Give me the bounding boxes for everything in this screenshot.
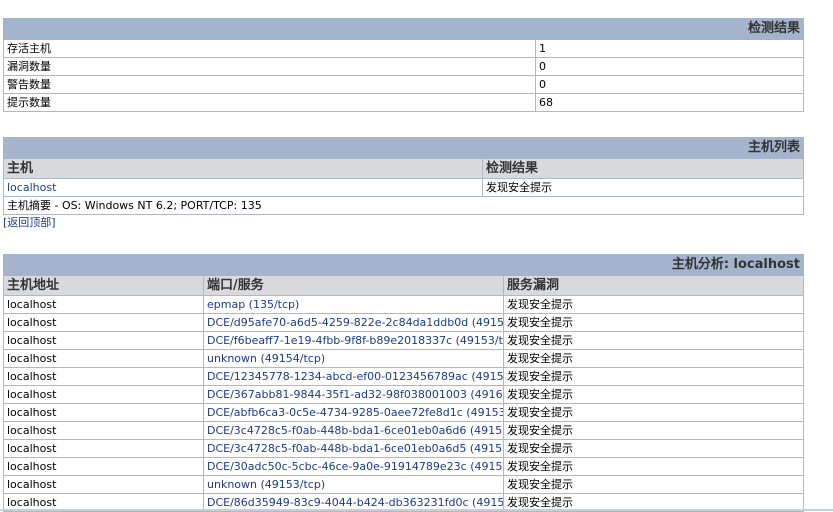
service-vuln: 发现安全提示 xyxy=(503,313,804,332)
service-vuln: 发现安全提示 xyxy=(503,331,804,350)
analysis-row: localhost DCE/30adc50c-5cbc-46ce-9a0e-919… xyxy=(3,457,804,476)
stat-value: 0 xyxy=(534,75,805,94)
host-address: localhost xyxy=(3,403,204,422)
host-analysis-header: 主机分析: localhost xyxy=(3,254,804,276)
port-service-cell: DCE/f6beaff7-1e19-4fbb-9f8f-b89e2018337c… xyxy=(203,331,504,350)
host-address: localhost xyxy=(3,313,204,332)
port-service-cell: DCE/30adc50c-5cbc-46ce-9a0e-91914789e23c… xyxy=(203,457,504,476)
port-service-link[interactable]: DCE/abfb6ca3-0c5e-4734-9285-0aee72fe8d1c… xyxy=(207,406,503,419)
host-result: 发现安全提示 xyxy=(481,178,805,197)
host-address: localhost xyxy=(3,475,204,494)
host-address: localhost xyxy=(3,331,204,350)
host-address: localhost xyxy=(3,439,204,458)
port-service-link[interactable]: DCE/12345778-1234-abcd-ef00-0123456789ac… xyxy=(207,370,503,383)
stat-value: 0 xyxy=(534,57,805,76)
port-service-cell: DCE/d95afe70-a6d5-4259-822e-2c84da1ddb0d… xyxy=(203,313,504,332)
column-result: 检测结果 xyxy=(481,158,805,179)
port-service-link[interactable]: DCE/f6beaff7-1e19-4fbb-9f8f-b89e2018337c… xyxy=(207,334,503,347)
port-service-link[interactable]: unknown (49153/tcp) xyxy=(207,478,325,491)
host-list-column-header: 主机 检测结果 xyxy=(3,158,805,179)
host-address: localhost xyxy=(3,421,204,440)
host-summary: 主机摘要 - OS: Windows NT 6.2; PORT/TCP: 135 xyxy=(2,196,805,215)
host-analysis-title: 主机分析: localhost xyxy=(3,254,804,276)
port-service-cell: unknown (49154/tcp) xyxy=(203,349,504,368)
host-address: localhost xyxy=(3,385,204,404)
stat-label: 存活主机 xyxy=(3,39,536,58)
analysis-row: localhost DCE/abfb6ca3-0c5e-4734-9285-0ae… xyxy=(3,403,804,422)
stat-label: 提示数量 xyxy=(3,93,536,112)
host-summary-row: 主机摘要 - OS: Windows NT 6.2; PORT/TCP: 135 xyxy=(2,196,805,215)
host-cell: localhost xyxy=(3,178,483,197)
host-analysis-rows: localhost epmap (135/tcp) 发现安全提示 localhost D… xyxy=(3,295,804,512)
port-service-link[interactable]: DCE/3c4728c5-f0ab-448b-bda1-6ce01eb0a6d6… xyxy=(207,424,503,437)
host-list-table: 主机列表 主机 检测结果 localhost 发现安全提示 主机摘要 - OS:… xyxy=(2,137,805,215)
port-service-cell: DCE/367abb81-9844-35f1-ad32-98f038001003… xyxy=(203,385,504,404)
service-vuln: 发现安全提示 xyxy=(503,475,804,494)
service-vuln: 发现安全提示 xyxy=(503,403,804,422)
service-vuln: 发现安全提示 xyxy=(503,457,804,476)
stat-row-notices: 提示数量 68 xyxy=(3,93,805,112)
column-host: 主机 xyxy=(3,158,483,179)
service-vuln: 发现安全提示 xyxy=(503,295,804,314)
stat-row-alive-hosts: 存活主机 1 xyxy=(3,39,805,58)
host-row: localhost 发现安全提示 xyxy=(3,178,805,197)
port-service-link[interactable]: epmap (135/tcp) xyxy=(207,298,299,311)
port-service-link[interactable]: DCE/d95afe70-a6d5-4259-822e-2c84da1ddb0d… xyxy=(207,316,503,329)
scan-result-table: 检测结果 存活主机 1 漏洞数量 0 警告数量 0 提示数量 68 xyxy=(2,18,805,112)
stat-row-warnings: 警告数量 0 xyxy=(3,75,805,94)
service-vuln: 发现安全提示 xyxy=(503,349,804,368)
host-analysis-table: 主机分析: localhost 主机地址 端口/服务 服务漏洞 localhos… xyxy=(3,254,804,512)
port-service-cell: DCE/3c4728c5-f0ab-448b-bda1-6ce01eb0a6d5… xyxy=(203,439,504,458)
divider xyxy=(0,509,833,511)
port-service-link[interactable]: DCE/30adc50c-5cbc-46ce-9a0e-91914789e23c… xyxy=(207,460,503,473)
stat-value: 68 xyxy=(534,93,805,112)
analysis-row: localhost DCE/d95afe70-a6d5-4259-822e-2c8… xyxy=(3,313,804,332)
analysis-row: localhost epmap (135/tcp) 发现安全提示 xyxy=(3,295,804,314)
host-address: localhost xyxy=(3,367,204,386)
port-service-cell: DCE/abfb6ca3-0c5e-4734-9285-0aee72fe8d1c… xyxy=(203,403,504,422)
port-service-link[interactable]: DCE/3c4728c5-f0ab-448b-bda1-6ce01eb0a6d5… xyxy=(207,442,503,455)
host-analysis-column-header: 主机地址 端口/服务 服务漏洞 xyxy=(3,275,804,296)
stat-value: 1 xyxy=(534,39,805,58)
column-host-address: 主机地址 xyxy=(3,275,204,296)
back-to-top-link[interactable]: [返回顶部] xyxy=(3,214,56,230)
analysis-row: localhost DCE/12345778-1234-abcd-ef00-012… xyxy=(3,367,804,386)
host-link[interactable]: localhost xyxy=(7,181,56,194)
analysis-row: localhost unknown (49153/tcp) 发现安全提示 xyxy=(3,475,804,494)
host-address: localhost xyxy=(3,349,204,368)
port-service-cell: epmap (135/tcp) xyxy=(203,295,504,314)
host-address: localhost xyxy=(3,457,204,476)
scan-result-header: 检测结果 xyxy=(2,18,805,40)
service-vuln: 发现安全提示 xyxy=(503,367,804,386)
host-list-header: 主机列表 xyxy=(2,137,805,159)
stat-label: 漏洞数量 xyxy=(3,57,536,76)
analysis-row: localhost unknown (49154/tcp) 发现安全提示 xyxy=(3,349,804,368)
column-port-service: 端口/服务 xyxy=(203,275,504,296)
port-service-cell: DCE/3c4728c5-f0ab-448b-bda1-6ce01eb0a6d6… xyxy=(203,421,504,440)
scan-result-title: 检测结果 xyxy=(2,18,805,40)
service-vuln: 发现安全提示 xyxy=(503,439,804,458)
analysis-row: localhost DCE/367abb81-9844-35f1-ad32-98f… xyxy=(3,385,804,404)
stat-label: 警告数量 xyxy=(3,75,536,94)
analysis-row: localhost DCE/f6beaff7-1e19-4fbb-9f8f-b89… xyxy=(3,331,804,350)
column-service-vuln: 服务漏洞 xyxy=(503,275,804,296)
port-service-cell: unknown (49153/tcp) xyxy=(203,475,504,494)
port-service-link[interactable]: DCE/367abb81-9844-35f1-ad32-98f038001003… xyxy=(207,388,503,401)
port-service-cell: DCE/12345778-1234-abcd-ef00-0123456789ac… xyxy=(203,367,504,386)
analysis-row: localhost DCE/3c4728c5-f0ab-448b-bda1-6ce… xyxy=(3,421,804,440)
service-vuln: 发现安全提示 xyxy=(503,421,804,440)
analysis-row: localhost DCE/3c4728c5-f0ab-448b-bda1-6ce… xyxy=(3,439,804,458)
host-address: localhost xyxy=(3,295,204,314)
port-service-link[interactable]: unknown (49154/tcp) xyxy=(207,352,325,365)
port-service-link[interactable]: DCE/86d35949-83c9-4044-b424-db363231fd0c… xyxy=(207,496,503,509)
host-list-title: 主机列表 xyxy=(2,137,805,159)
stat-row-vulnerabilities: 漏洞数量 0 xyxy=(3,57,805,76)
service-vuln: 发现安全提示 xyxy=(503,385,804,404)
